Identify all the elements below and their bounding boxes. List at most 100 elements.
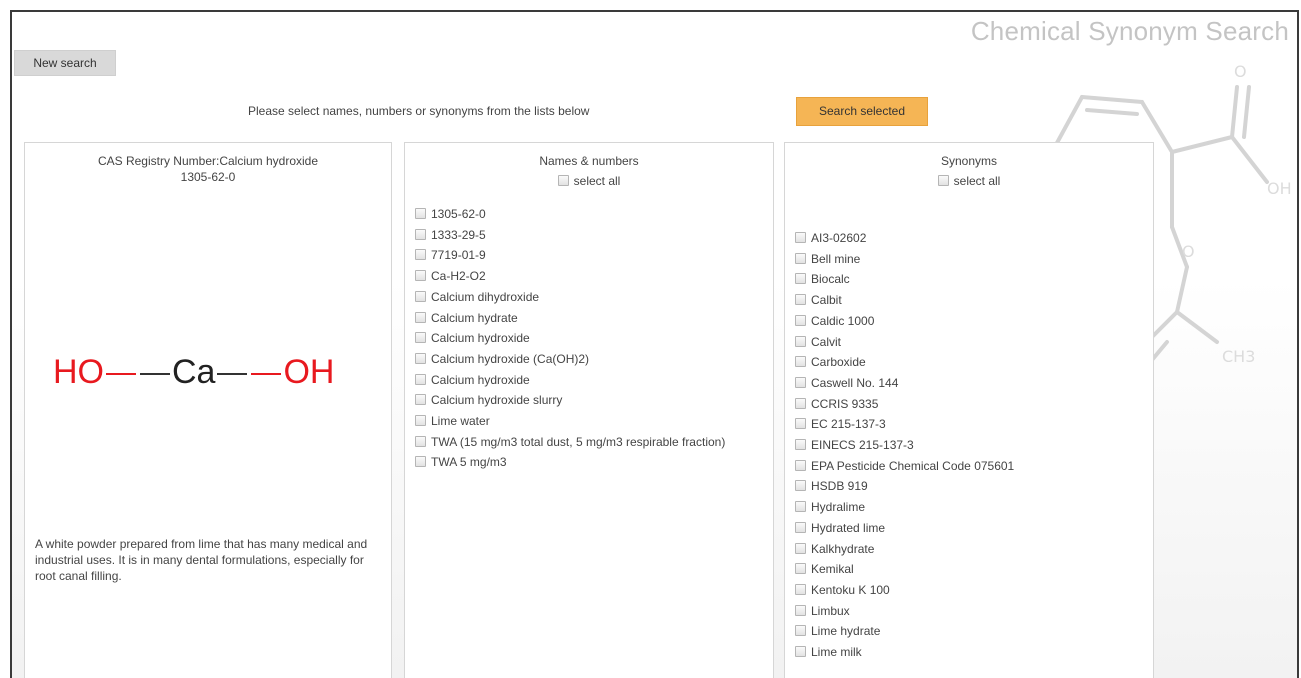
names-item-checkbox[interactable] [415,208,426,219]
app-window: O OH O CH3 Chemical Synonym Search New s… [10,10,1299,678]
synonym-item-checkbox[interactable] [795,335,806,347]
names-list-item[interactable]: Calcium hydroxide [415,328,763,349]
names-list-item[interactable]: TWA (15 mg/m3 total dust, 5 mg/m3 respir… [415,432,763,452]
synonym-list-item[interactable]: EINECS 215-137-3 [795,435,1143,456]
synonym-item-checkbox[interactable] [795,294,806,306]
names-select-all[interactable]: select all [405,173,773,189]
synonym-list-item[interactable]: Hydralime [795,497,1143,518]
synonym-item-checkbox[interactable] [795,439,806,451]
synonym-item-checkbox[interactable] [795,314,806,326]
synonym-list-item[interactable]: AI3-02602 [795,228,1143,249]
names-item-checkbox[interactable] [415,290,426,302]
synonym-list-item[interactable]: CCRIS 9335 [795,394,1143,415]
names-list-item[interactable]: 1333-29-5 [415,225,763,246]
synonym-list-item[interactable]: Lime milk [795,642,1143,663]
synonym-item-checkbox[interactable] [795,356,806,368]
synonyms-list: AI3-02602 Bell mine Biocalc Calbit Caldic 10… [785,228,1153,663]
names-select-all-checkbox[interactable] [557,175,569,186]
synonyms-select-all-label: select all [953,174,1001,188]
synonym-item-checkbox[interactable] [795,480,806,492]
synonym-item-checkbox[interactable] [795,252,806,264]
names-item-checkbox[interactable] [415,270,426,282]
synonym-list-item[interactable]: Biocalc [795,269,1143,290]
names-list-item[interactable]: Ca-H2-O2 [415,266,763,287]
synonym-list-item[interactable]: Carboxide [795,352,1143,373]
synonym-item-checkbox[interactable] [795,521,806,533]
cas-number: 1305-62-0 [180,170,236,184]
names-list-item[interactable]: TWA 5 mg/m3 [415,452,763,473]
synonym-list-item[interactable]: Kentoku K 100 [795,580,1143,601]
names-item-label: TWA (15 mg/m3 total dust, 5 mg/m3 respir… [431,434,726,449]
synonym-list-item[interactable]: HSDB 919 [795,476,1143,497]
synonyms-select-all[interactable]: select all [785,173,1153,189]
synonym-list-item[interactable]: EPA Pesticide Chemical Code 075601 [795,456,1143,477]
names-item-checkbox[interactable] [415,435,426,447]
names-item-checkbox[interactable] [415,352,426,364]
names-list-item[interactable]: 7719-01-9 [415,245,763,266]
synonym-item-checkbox[interactable] [795,459,806,471]
bond-right-red [251,373,282,376]
synonym-item-label: AI3-02602 [811,231,867,245]
names-item-checkbox[interactable] [415,415,426,427]
synonym-item-checkbox[interactable] [795,625,806,637]
names-item-checkbox[interactable] [415,455,426,467]
names-list: 1305-62-0 1333-29-5 7719-01-9 Ca-H2-O2 Calci… [405,204,773,472]
names-item-checkbox[interactable] [415,394,426,406]
svg-text:O: O [1182,242,1195,261]
structure-left-group: HO [53,353,104,391]
names-list-item[interactable]: Lime water [415,411,763,432]
synonym-item-label: EC 215-137-3 [811,417,886,432]
synonym-item-checkbox[interactable] [795,397,806,409]
names-list-item[interactable]: Calcium hydrate [415,308,763,329]
names-item-label: 1333-29-5 [431,227,486,242]
names-item-label: Lime water [431,414,490,429]
synonyms-panel: Synonyms select all AI3-02602 Bell mine Bi… [784,142,1154,678]
names-item-checkbox[interactable] [415,332,426,344]
synonym-item-checkbox[interactable] [795,583,806,595]
new-search-button[interactable]: New search [14,50,116,76]
names-item-checkbox[interactable] [415,228,426,240]
names-list-item[interactable]: 1305-62-0 [415,204,763,225]
search-selected-button[interactable]: Search selected [796,97,928,126]
synonym-list-item[interactable]: Lime hydrate [795,621,1143,642]
synonym-item-checkbox[interactable] [795,418,806,430]
synonym-list-item[interactable]: Hydrated lime [795,518,1143,539]
synonym-item-checkbox[interactable] [795,273,806,285]
synonym-list-item[interactable]: Caswell No. 144 [795,373,1143,394]
synonym-list-item[interactable]: Caldic 1000 [795,311,1143,332]
cas-info-panel: CAS Registry Number:Calcium hydroxide 13… [24,142,392,678]
names-item-checkbox[interactable] [415,249,426,261]
names-numbers-panel: Names & numbers select all 1305-62-0 1333… [404,142,774,678]
synonym-list-item[interactable]: Calbit [795,290,1143,311]
synonym-item-label: HSDB 919 [811,479,868,494]
names-list-item[interactable]: Calcium hydroxide [415,370,763,391]
synonym-item-checkbox[interactable] [795,646,806,658]
synonym-item-checkbox[interactable] [795,563,806,575]
structure-right-group: OH [283,353,335,391]
synonyms-select-all-checkbox[interactable] [937,175,949,186]
synonym-list-item[interactable]: Kalkhydrate [795,539,1143,560]
names-item-checkbox[interactable] [415,373,426,385]
synonym-item-checkbox[interactable] [795,376,806,388]
synonym-item-label: Hydralime [811,500,866,515]
synonym-list-item[interactable]: Bell mine [795,249,1143,270]
synonym-item-checkbox[interactable] [795,542,806,554]
synonym-item-checkbox[interactable] [795,501,806,513]
synonym-item-label: Kemikal [811,562,854,577]
names-list-item[interactable]: Calcium dihydroxide [415,287,763,308]
instructions-text: Please select names, numbers or synonyms… [248,104,590,118]
synonym-item-label: Calbit [811,293,842,308]
synonym-item-checkbox[interactable] [795,604,806,616]
names-list-item[interactable]: Calcium hydroxide (Ca(OH)2) [415,349,763,370]
synonym-list-item[interactable]: EC 215-137-3 [795,414,1143,435]
synonym-list-item[interactable]: Limbux [795,601,1143,622]
structure-center-atom: Ca [172,353,216,391]
cas-title: CAS Registry Number:Calcium hydroxide [97,154,319,168]
names-list-item[interactable]: Calcium hydroxide slurry [415,390,763,411]
synonym-item-label: Calvit [811,334,842,349]
synonym-list-item[interactable]: Kemikal [795,559,1143,580]
synonym-list-item[interactable]: Calvit [795,332,1143,353]
synonyms-panel-header: Synonyms [940,154,998,168]
synonym-item-checkbox[interactable] [795,232,806,243]
names-item-checkbox[interactable] [415,311,426,323]
